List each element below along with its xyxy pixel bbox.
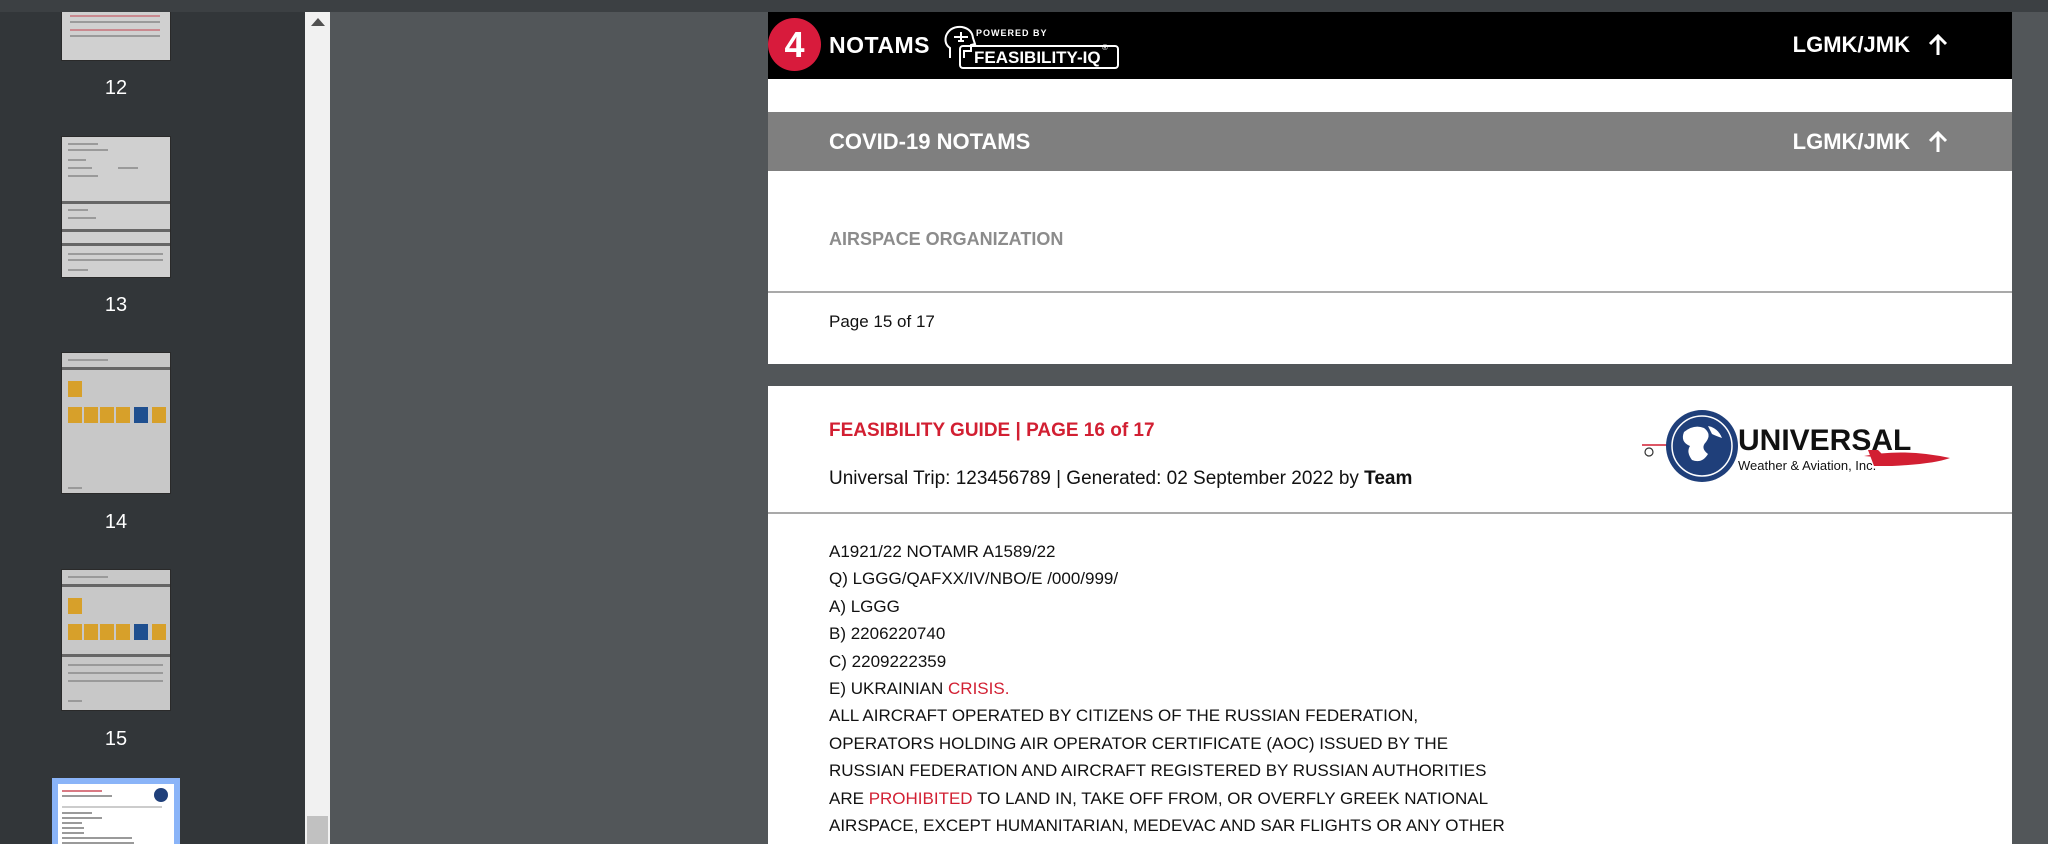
notam-line: A) LGGG	[829, 596, 900, 616]
arrow-up-icon	[1928, 34, 1948, 55]
page-number: Page 15 of 17	[829, 312, 935, 331]
powered-by-text: POWERED BY	[976, 28, 1048, 38]
notam-line: B) 2206220740	[829, 624, 946, 644]
trip-author: Team	[1364, 468, 1413, 489]
notam-line: ARE PROHIBITED TO LAND IN, TAKE OFF FROM…	[829, 785, 1505, 812]
notam-text: E) UKRAINIAN	[829, 679, 949, 699]
notam-line: RUSSIAN FEDERATION AND AIRCRAFT REGISTER…	[829, 761, 1487, 781]
covid-back-to-top-link[interactable]: LGMK/JMK	[1793, 129, 1948, 155]
document-page-16: FEASIBILITY GUIDE | PAGE 16 of 17 Univer…	[768, 386, 2012, 844]
notam-line: A1921/22 NOTAMR A1589/22	[829, 542, 1056, 561]
feasibility-iq-logo: POWERED BY FEASIBILITY-IQ ®	[944, 25, 1119, 69]
top-toolbar-strip	[0, 0, 2048, 12]
scroll-up-arrow-icon[interactable]	[311, 18, 325, 26]
notams-section-header: 4 NOTAMS POWERED BY FEASIBILITY-IQ ® LGM…	[768, 12, 2012, 79]
airport-code: LGMK/JMK	[1792, 129, 1910, 154]
thumbnail-number: 13	[104, 294, 128, 316]
thumbnail-number: 15	[104, 728, 128, 750]
logo-subtitle: Weather & Aviation, Inc.	[1738, 458, 1876, 473]
svg-text:®: ®	[1102, 43, 1108, 52]
page-thumbnail-13[interactable]	[61, 136, 171, 278]
trip-info-text: Universal Trip: 123456789 | Generated: 0…	[829, 468, 1365, 489]
thumbnail-number: 14	[104, 511, 128, 533]
notam-line: OPERATORS HOLDING AIR OPERATOR CERTIFICA…	[829, 733, 1449, 753]
notam-text: ARE	[829, 788, 869, 808]
covid-notams-title: COVID-19 NOTAMS	[829, 129, 1031, 154]
highlighted-keyword: PROHIBITED	[868, 788, 973, 808]
notam-line: E) UKRAINIAN CRISIS.	[829, 675, 1505, 702]
notam-text-block: A1921/22 NOTAMR A1589/22 Q) LGGG/QAFXX/I…	[829, 538, 1505, 839]
notam-line: ALL AIRCRAFT OPERATED BY CITIZENS OF THE…	[829, 706, 1419, 726]
trip-info-line: Universal Trip: 123456789 | Generated: 0…	[829, 468, 1412, 490]
universal-weather-logo: UNIVERSAL Weather & Aviation, Inc.	[1642, 410, 1950, 482]
arrow-up-icon	[1928, 131, 1948, 152]
section-title: NOTAMS	[829, 32, 930, 58]
back-to-top-link[interactable]: LGMK/JMK	[1793, 32, 1948, 58]
airspace-organization-heading: AIRSPACE ORGANIZATION	[829, 229, 1064, 249]
notam-line: AIRSPACE, EXCEPT HUMANITARIAN, MEDEVAC A…	[829, 816, 1505, 836]
document-page-15: 4 NOTAMS POWERED BY FEASIBILITY-IQ ® LGM…	[768, 12, 2012, 364]
page-thumbnail-14[interactable]	[61, 352, 171, 494]
footer-divider	[768, 291, 2012, 293]
scrollbar-thumb[interactable]	[307, 816, 328, 844]
sidebar-scrollbar[interactable]	[305, 12, 330, 844]
notam-line: C) 2209222359	[829, 651, 947, 671]
notam-text: TO LAND IN, TAKE OFF FROM, OR OVERFLY GR…	[972, 788, 1489, 808]
feasibility-iq-text: FEASIBILITY-IQ	[974, 48, 1101, 67]
airport-code: LGMK/JMK	[1792, 32, 1910, 57]
notam-line: Q) LGGG/QAFXX/IV/NBO/E /000/999/	[829, 569, 1119, 589]
logo-mini-icon	[154, 788, 168, 802]
thumbnail-number: 12	[104, 77, 128, 99]
page-thumbnail-16[interactable]	[52, 778, 180, 844]
thumbnail-sidebar: 12 13 14 15	[0, 12, 305, 844]
page-thumbnail-15[interactable]	[61, 569, 171, 711]
notam-text: .	[1004, 679, 1010, 699]
covid-notams-header: COVID-19 NOTAMS LGMK/JMK	[768, 112, 2012, 171]
section-number-badge: 4	[768, 18, 821, 71]
highlighted-keyword: CRISIS	[948, 679, 1005, 699]
header-divider	[768, 512, 2012, 514]
feasibility-guide-title: FEASIBILITY GUIDE | PAGE 16 of 17	[829, 420, 1155, 441]
logo-name: UNIVERSAL	[1738, 424, 1911, 457]
page-thumbnail-12[interactable]	[61, 12, 171, 61]
